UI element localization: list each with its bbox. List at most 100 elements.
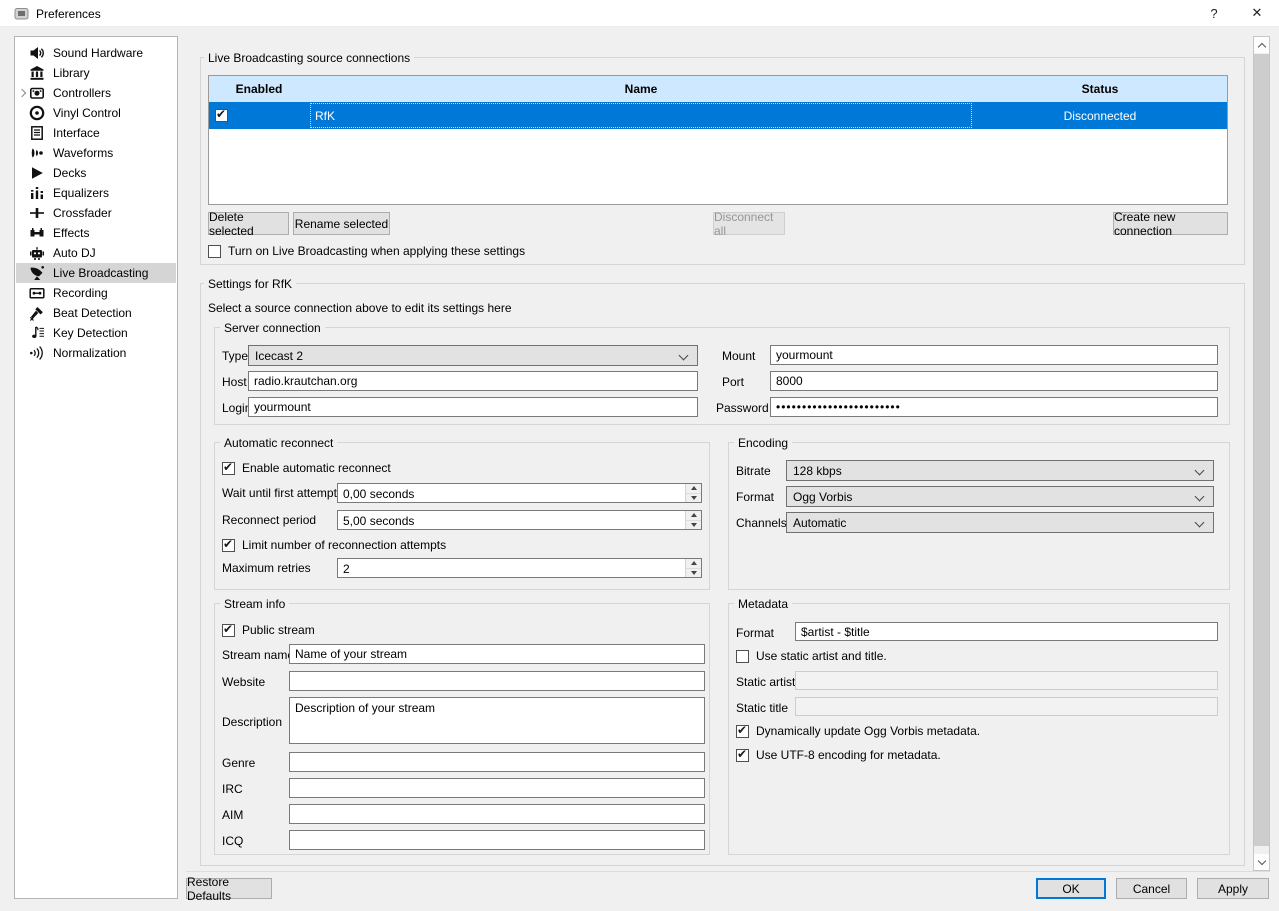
- name-cell: RfK: [309, 102, 973, 129]
- wait-first-attempt-spinner[interactable]: 0,00 seconds: [337, 483, 702, 503]
- col-header-name[interactable]: Name: [309, 76, 973, 102]
- spin-down-icon[interactable]: [686, 520, 701, 530]
- mount-input[interactable]: [770, 345, 1218, 365]
- turn-on-broadcasting-checkbox[interactable]: [208, 245, 221, 258]
- rename-selected-button[interactable]: Rename selected: [293, 212, 390, 235]
- host-label: Host: [222, 376, 247, 389]
- sidebar-item-key-detection[interactable]: Key Detection: [16, 323, 176, 343]
- reconnect-period-spinner[interactable]: 5,00 seconds: [337, 510, 702, 530]
- public-stream-label: Public stream: [242, 623, 315, 637]
- enabled-checkbox[interactable]: [215, 109, 228, 122]
- website-input[interactable]: [289, 671, 705, 691]
- metadata-legend: Metadata: [734, 597, 792, 611]
- disconnect-all-button: Disconnect all: [713, 212, 785, 235]
- sidebar-item-live-broadcasting[interactable]: Live Broadcasting: [16, 263, 176, 283]
- spin-down-icon[interactable]: [686, 493, 701, 503]
- icq-input[interactable]: [289, 830, 705, 850]
- enable-reconnect-label: Enable automatic reconnect: [242, 461, 391, 475]
- ok-button[interactable]: OK: [1036, 878, 1106, 899]
- turn-on-broadcasting-row: Turn on Live Broadcasting when applying …: [208, 244, 525, 258]
- dynamic-metadata-checkbox[interactable]: [736, 725, 749, 738]
- status-cell: Disconnected: [973, 102, 1227, 129]
- sidebar-item-interface[interactable]: Interface: [16, 123, 176, 143]
- settings-legend: Settings for RfK: [204, 277, 296, 291]
- format-label: Format: [736, 491, 774, 504]
- sidebar-item-effects[interactable]: Effects: [16, 223, 176, 243]
- port-label: Port: [722, 376, 744, 389]
- col-header-status[interactable]: Status: [973, 76, 1227, 102]
- type-select[interactable]: Icecast 2: [248, 345, 698, 366]
- description-textarea[interactable]: Description of your stream: [289, 697, 705, 744]
- channels-select[interactable]: Automatic: [786, 512, 1214, 533]
- close-icon[interactable]: ✕: [1246, 3, 1268, 23]
- sidebar-item-equalizers[interactable]: Equalizers: [16, 183, 176, 203]
- spin-down-icon[interactable]: [686, 568, 701, 578]
- spin-buttons[interactable]: [685, 511, 701, 529]
- spin-buttons[interactable]: [685, 484, 701, 502]
- scrollbar-thumb[interactable]: [1254, 54, 1269, 846]
- music-key-icon: [29, 325, 45, 341]
- sidebar-item-waveforms[interactable]: Waveforms: [16, 143, 176, 163]
- utf8-metadata-row: Use UTF-8 encoding for metadata.: [736, 748, 941, 762]
- sidebar-item-beat-detection[interactable]: Beat Detection: [16, 303, 176, 323]
- table-row[interactable]: RfK Disconnected: [209, 102, 1227, 129]
- enable-reconnect-checkbox[interactable]: [222, 462, 235, 475]
- sidebar-item-decks[interactable]: Decks: [16, 163, 176, 183]
- vertical-scrollbar[interactable]: [1253, 36, 1270, 871]
- login-input[interactable]: [248, 397, 698, 417]
- static-artist-input: [795, 671, 1218, 690]
- spin-up-icon[interactable]: [686, 511, 701, 520]
- spin-up-icon[interactable]: [686, 484, 701, 493]
- create-new-connection-button[interactable]: Create new connection: [1113, 212, 1228, 235]
- irc-input[interactable]: [289, 778, 705, 798]
- title-bar: Preferences ? ✕: [0, 0, 1279, 27]
- utf8-metadata-label: Use UTF-8 encoding for metadata.: [756, 748, 941, 762]
- metadata-format-input[interactable]: [795, 622, 1218, 641]
- host-input[interactable]: [248, 371, 698, 391]
- restore-defaults-button[interactable]: Restore Defaults: [186, 878, 272, 899]
- scroll-up-icon[interactable]: [1254, 37, 1269, 53]
- maximum-retries-spinner[interactable]: 2: [337, 558, 702, 578]
- cancel-button[interactable]: Cancel: [1116, 878, 1187, 899]
- library-icon: [29, 65, 45, 81]
- static-artist-label: Static artist: [736, 676, 795, 689]
- limit-attempts-row: Limit number of reconnection attempts: [222, 538, 446, 552]
- preferences-sidebar: Sound Hardware Library Controllers Vinyl…: [14, 36, 178, 899]
- sidebar-item-vinyl-control[interactable]: Vinyl Control: [16, 103, 176, 123]
- utf8-metadata-checkbox[interactable]: [736, 749, 749, 762]
- col-header-enabled[interactable]: Enabled: [209, 76, 309, 102]
- aim-label: AIM: [222, 809, 243, 822]
- help-button[interactable]: ?: [1203, 3, 1225, 23]
- password-input[interactable]: [770, 397, 1218, 417]
- sidebar-item-normalization[interactable]: Normalization: [16, 343, 176, 363]
- enabled-cell: [209, 102, 309, 129]
- stream-name-input[interactable]: [289, 644, 705, 664]
- limit-attempts-label: Limit number of reconnection attempts: [242, 538, 446, 552]
- sidebar-item-library[interactable]: Library: [16, 63, 176, 83]
- sidebar-item-auto-dj[interactable]: Auto DJ: [16, 243, 176, 263]
- server-connection-legend: Server connection: [220, 321, 325, 335]
- scroll-down-icon[interactable]: [1254, 854, 1269, 870]
- sidebar-item-recording[interactable]: Recording: [16, 283, 176, 303]
- sidebar-item-sound-hardware[interactable]: Sound Hardware: [16, 43, 176, 63]
- spin-up-icon[interactable]: [686, 559, 701, 568]
- spin-buttons[interactable]: [685, 559, 701, 577]
- sidebar-item-controllers[interactable]: Controllers: [16, 83, 176, 103]
- port-input[interactable]: [770, 371, 1218, 391]
- automatic-reconnect-legend: Automatic reconnect: [220, 436, 337, 450]
- static-artist-title-row: Use static artist and title.: [736, 649, 887, 663]
- metadata-format-label: Format: [736, 627, 774, 640]
- apply-button[interactable]: Apply: [1197, 878, 1269, 899]
- format-select[interactable]: Ogg Vorbis: [786, 486, 1214, 507]
- sidebar-item-crossfader[interactable]: Crossfader: [16, 203, 176, 223]
- limit-attempts-checkbox[interactable]: [222, 539, 235, 552]
- static-artist-title-label: Use static artist and title.: [756, 649, 887, 663]
- expand-chevron-icon[interactable]: [18, 89, 26, 97]
- login-label: Login: [222, 402, 251, 415]
- delete-selected-button[interactable]: Delete selected: [208, 212, 289, 235]
- aim-input[interactable]: [289, 804, 705, 824]
- public-stream-checkbox[interactable]: [222, 624, 235, 637]
- static-artist-title-checkbox[interactable]: [736, 650, 749, 663]
- bitrate-select[interactable]: 128 kbps: [786, 460, 1214, 481]
- genre-input[interactable]: [289, 752, 705, 772]
